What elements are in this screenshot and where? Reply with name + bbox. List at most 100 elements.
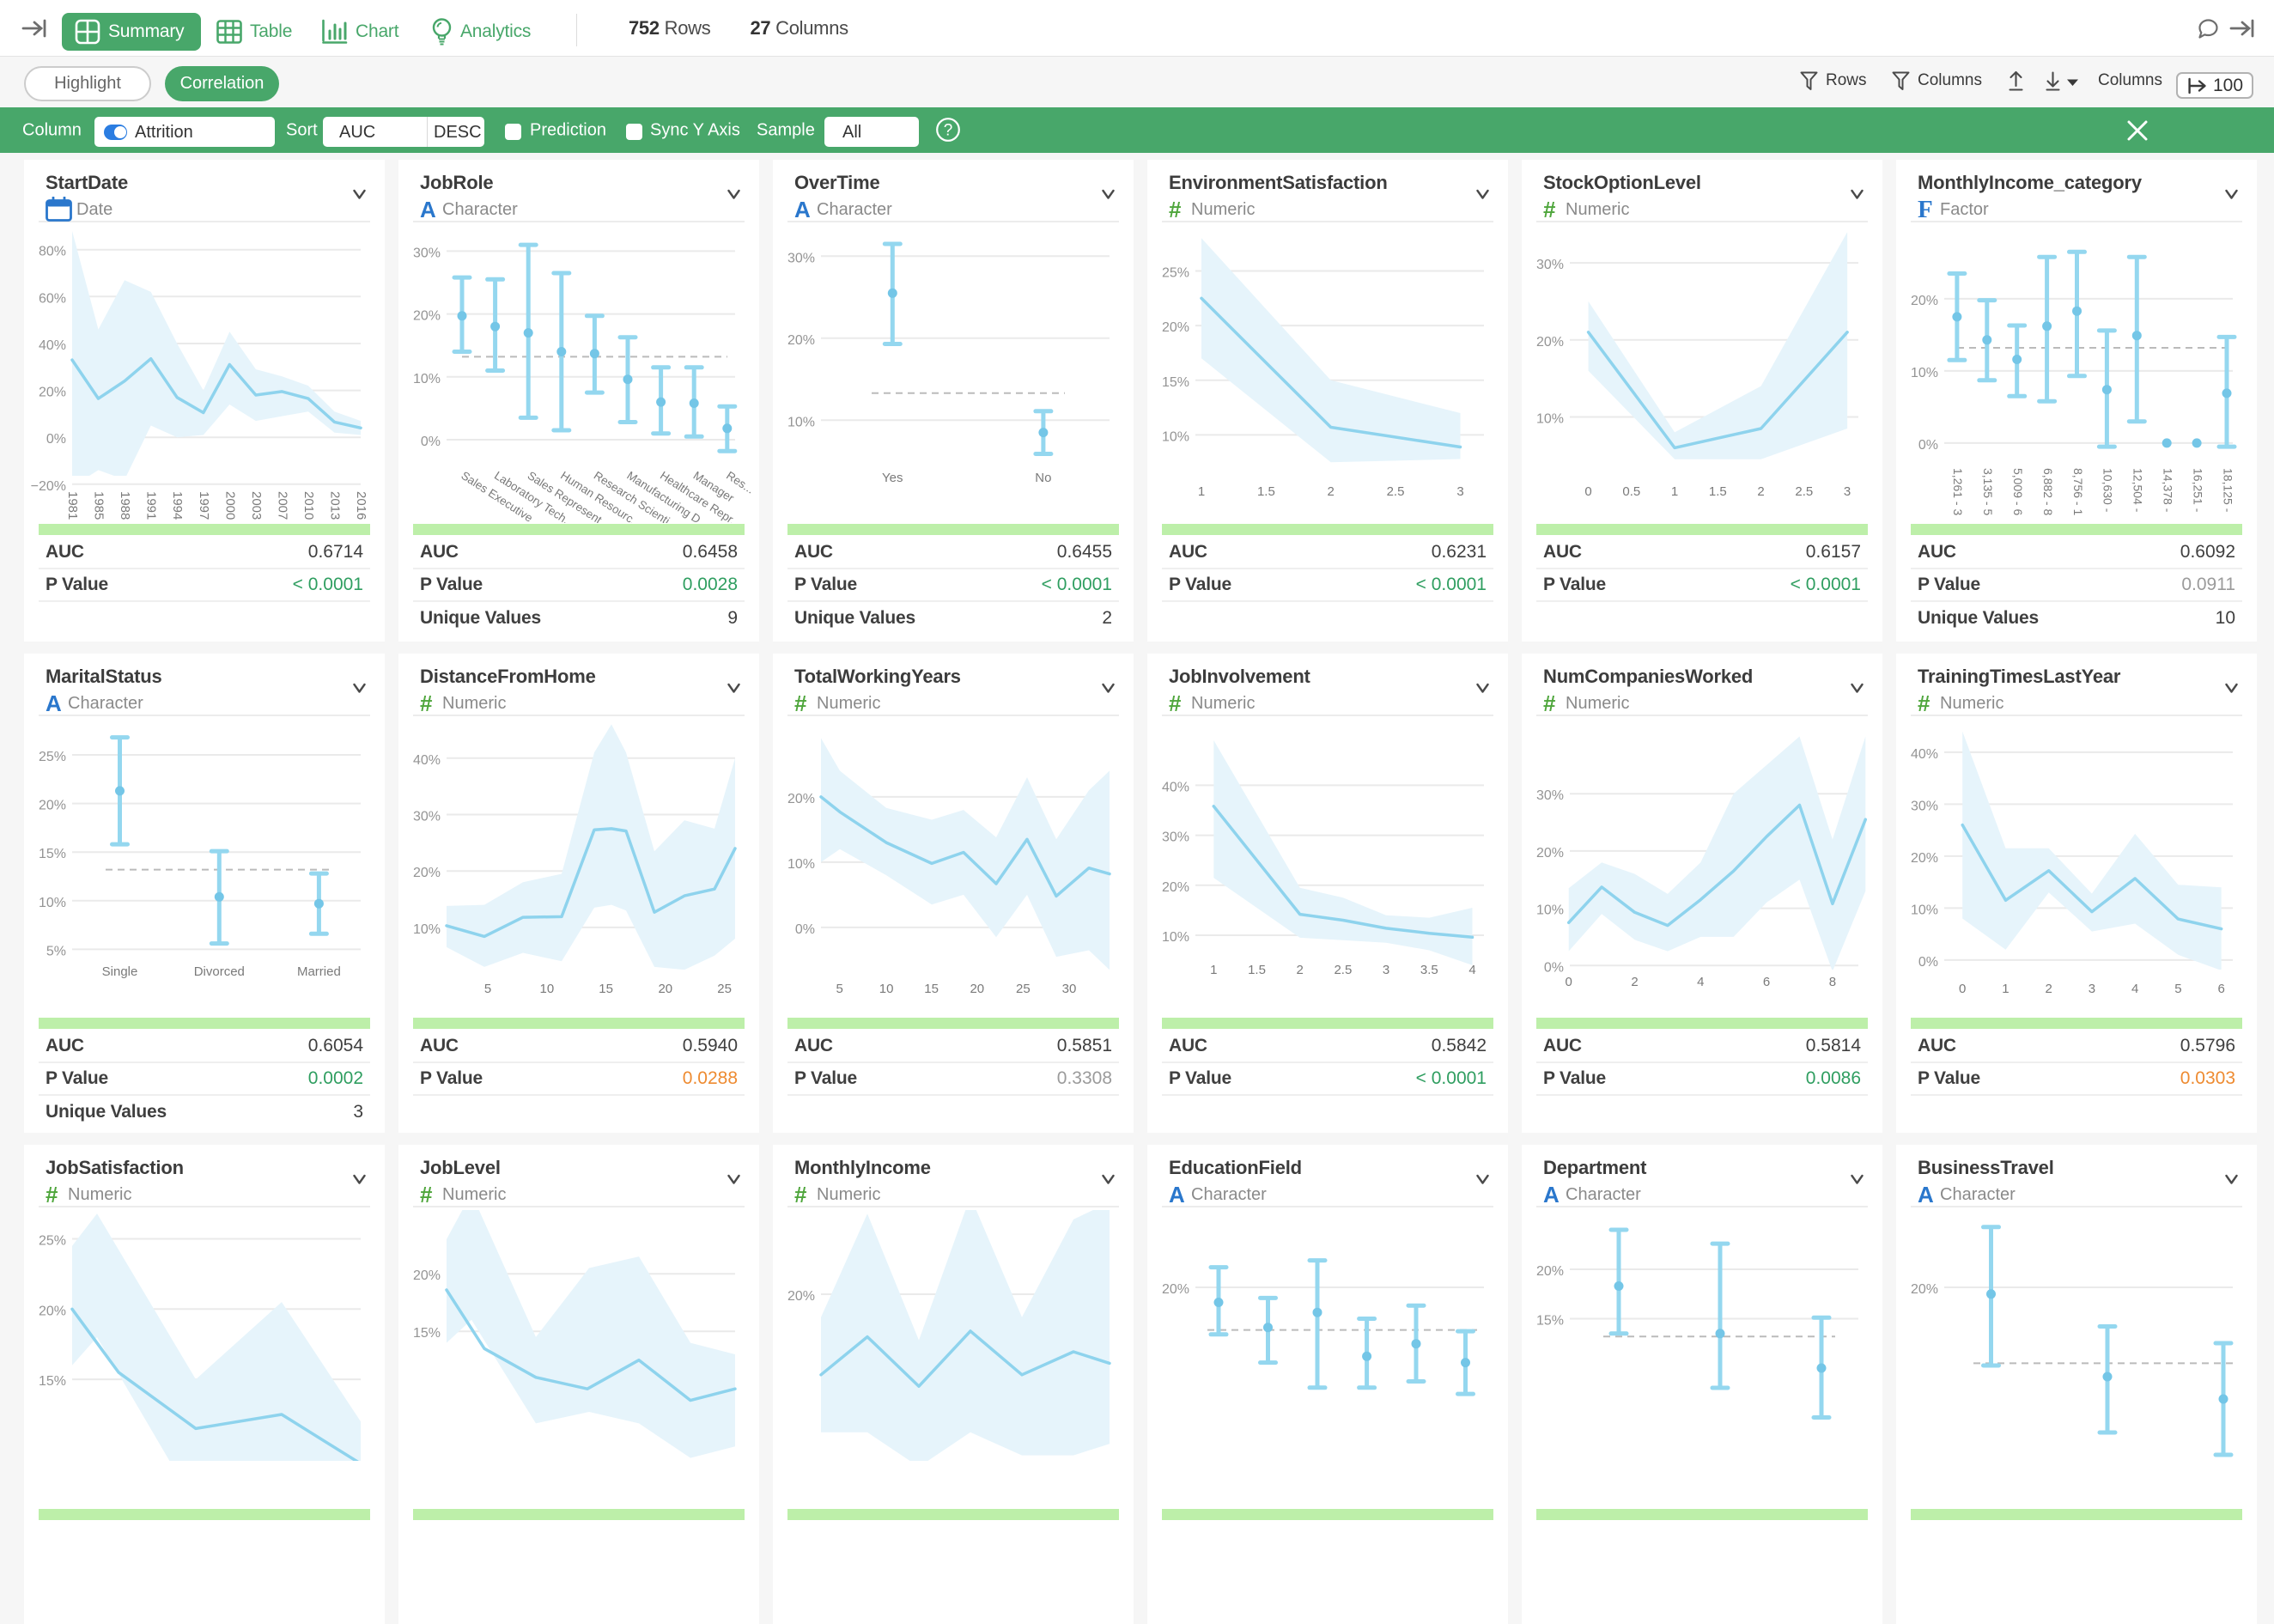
svg-text:4: 4 xyxy=(1697,975,1704,989)
svg-text:1991: 1991 xyxy=(144,491,159,520)
svg-text:Yes: Yes xyxy=(882,471,903,485)
svg-text:20%: 20% xyxy=(413,309,441,324)
svg-text:30%: 30% xyxy=(1536,788,1564,803)
svg-text:6: 6 xyxy=(2218,982,2225,996)
svg-text:6,882 - 8: 6,882 - 8 xyxy=(2041,468,2055,515)
svg-text:20: 20 xyxy=(970,982,984,996)
svg-text:2013: 2013 xyxy=(328,491,343,520)
svg-text:20%: 20% xyxy=(1162,320,1189,335)
svg-text:6: 6 xyxy=(1763,975,1770,989)
svg-text:0: 0 xyxy=(1584,484,1591,499)
svg-text:No: No xyxy=(1035,471,1051,485)
svg-text:20%: 20% xyxy=(787,333,815,348)
svg-text:10%: 10% xyxy=(1911,903,1938,917)
svg-text:4: 4 xyxy=(2131,982,2138,996)
svg-text:20: 20 xyxy=(658,982,672,996)
svg-text:40%: 40% xyxy=(413,753,441,768)
svg-text:10%: 10% xyxy=(787,857,815,872)
svg-text:?: ? xyxy=(944,122,953,140)
svg-text:15%: 15% xyxy=(1162,375,1189,390)
svg-text:3: 3 xyxy=(1844,484,1851,499)
svg-text:0: 0 xyxy=(1959,982,1966,996)
svg-text:15%: 15% xyxy=(1536,1314,1564,1329)
svg-text:5: 5 xyxy=(484,982,491,996)
svg-text:12,504 -: 12,504 - xyxy=(2131,468,2145,513)
svg-text:20%: 20% xyxy=(1162,880,1189,895)
svg-text:10%: 10% xyxy=(787,415,815,429)
svg-text:2: 2 xyxy=(1631,975,1638,989)
svg-text:20%: 20% xyxy=(1536,1264,1564,1279)
svg-text:25: 25 xyxy=(1016,982,1031,996)
svg-text:20%: 20% xyxy=(1536,335,1564,350)
svg-text:10%: 10% xyxy=(1162,429,1189,444)
svg-text:1988: 1988 xyxy=(118,491,132,520)
svg-text:20%: 20% xyxy=(1911,294,1938,308)
svg-text:1.5: 1.5 xyxy=(1248,963,1266,977)
svg-text:15: 15 xyxy=(599,982,613,996)
svg-text:30%: 30% xyxy=(413,246,441,260)
svg-text:25: 25 xyxy=(717,982,732,996)
svg-text:10%: 10% xyxy=(413,922,441,937)
svg-text:2: 2 xyxy=(1328,484,1335,499)
svg-text:5: 5 xyxy=(2174,982,2181,996)
svg-text:0%: 0% xyxy=(795,922,815,937)
svg-text:8,756 - 1: 8,756 - 1 xyxy=(2071,468,2085,515)
svg-text:3: 3 xyxy=(2089,982,2095,996)
svg-text:20%: 20% xyxy=(1536,846,1564,861)
svg-text:1: 1 xyxy=(2002,982,2009,996)
svg-text:10%: 10% xyxy=(1162,930,1189,945)
svg-text:1981: 1981 xyxy=(65,491,80,520)
svg-text:20%: 20% xyxy=(413,866,441,880)
svg-text:60%: 60% xyxy=(39,291,66,306)
svg-text:1.5: 1.5 xyxy=(1709,484,1727,499)
svg-text:80%: 80% xyxy=(39,245,66,259)
svg-text:20%: 20% xyxy=(787,1289,815,1304)
svg-text:3: 3 xyxy=(1456,484,1463,499)
svg-text:18,125 -: 18,125 - xyxy=(2221,468,2234,513)
svg-text:10: 10 xyxy=(879,982,894,996)
svg-text:30%: 30% xyxy=(1162,830,1189,845)
svg-text:2000: 2000 xyxy=(222,491,237,520)
svg-text:2: 2 xyxy=(1297,963,1304,977)
svg-text:15: 15 xyxy=(924,982,939,996)
svg-text:2016: 2016 xyxy=(354,491,368,520)
svg-text:0%: 0% xyxy=(46,432,66,447)
svg-text:0: 0 xyxy=(1566,975,1572,989)
svg-text:30%: 30% xyxy=(1911,799,1938,813)
svg-text:2.5: 2.5 xyxy=(1795,484,1813,499)
svg-text:5: 5 xyxy=(836,982,843,996)
svg-text:3.5: 3.5 xyxy=(1420,963,1438,977)
svg-text:2.5: 2.5 xyxy=(1387,484,1405,499)
svg-text:15%: 15% xyxy=(39,847,66,861)
svg-text:2007: 2007 xyxy=(275,491,289,520)
svg-text:1997: 1997 xyxy=(197,491,211,520)
svg-text:8: 8 xyxy=(1829,975,1836,989)
svg-text:16,251 -: 16,251 - xyxy=(2191,468,2204,513)
svg-text:5%: 5% xyxy=(46,944,66,958)
svg-text:40%: 40% xyxy=(39,338,66,353)
svg-text:2: 2 xyxy=(2046,982,2052,996)
svg-text:10%: 10% xyxy=(1536,903,1564,918)
svg-text:1.5: 1.5 xyxy=(1257,484,1275,499)
svg-text:2003: 2003 xyxy=(249,491,264,520)
svg-text:15%: 15% xyxy=(39,1374,66,1389)
svg-text:20%: 20% xyxy=(39,799,66,813)
svg-text:0%: 0% xyxy=(1918,955,1938,970)
svg-text:4: 4 xyxy=(1468,963,1475,977)
svg-text:10,630 -: 10,630 - xyxy=(2101,468,2115,513)
svg-text:3: 3 xyxy=(1383,963,1389,977)
svg-text:30%: 30% xyxy=(413,810,441,824)
svg-text:10%: 10% xyxy=(1536,412,1564,427)
svg-text:2.5: 2.5 xyxy=(1334,963,1352,977)
svg-text:1: 1 xyxy=(1671,484,1678,499)
svg-text:1994: 1994 xyxy=(170,491,185,520)
svg-text:10%: 10% xyxy=(413,372,441,386)
svg-text:25%: 25% xyxy=(39,1234,66,1249)
svg-text:20%: 20% xyxy=(787,792,815,806)
svg-text:14,378 -: 14,378 - xyxy=(2161,468,2174,513)
svg-text:0%: 0% xyxy=(421,435,441,449)
svg-text:3,135 - 5: 3,135 - 5 xyxy=(1981,468,1995,515)
svg-text:2: 2 xyxy=(1757,484,1764,499)
svg-text:0%: 0% xyxy=(1918,438,1938,453)
svg-text:10%: 10% xyxy=(39,896,66,910)
